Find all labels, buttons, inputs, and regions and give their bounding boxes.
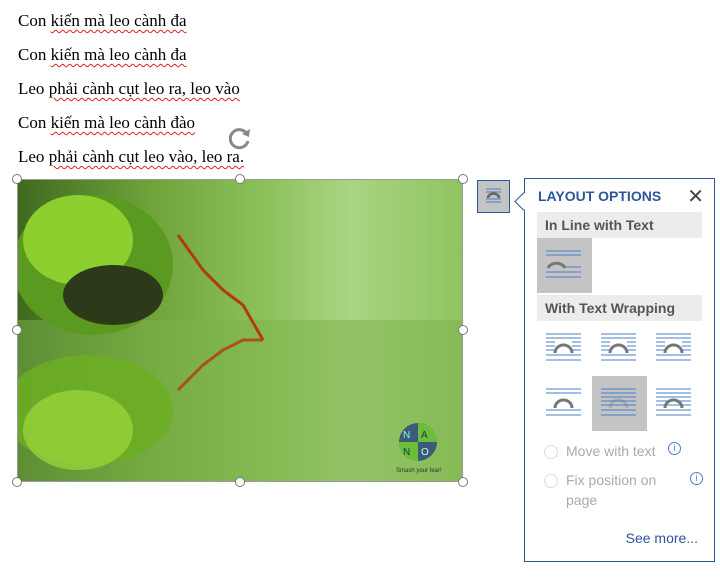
wrap-1-icon [601,333,636,361]
fix-position-label: Fix position on [566,472,657,488]
resize-handle-left[interactable] [12,325,22,335]
text-line: Con kiến mà leo cành đào [18,113,195,133]
resize-handle-top[interactable] [235,174,245,184]
wrap-option-top-and-bottom[interactable] [537,376,592,431]
wrap-4-icon [601,388,636,416]
move-with-text-radio[interactable] [544,445,558,459]
resize-handle-bottom[interactable] [235,477,245,487]
rotate-handle-icon[interactable] [227,125,253,151]
selected-image[interactable]: N A N O Smash your fear! [17,179,463,482]
text-line: Con kiến mà leo cành đa [18,45,187,65]
misspelled-text: kiến mà leo cành đào [50,113,196,132]
resize-handle-bottom-right[interactable] [458,477,468,487]
info-icon[interactable]: i [690,472,703,485]
wrap-3-icon [546,388,581,416]
ant-photo: N A N O Smash your fear! [18,195,462,481]
move-with-text-label: Move with text [566,443,656,459]
see-more-link[interactable]: See more... [626,530,698,546]
text: Con [18,45,51,64]
resize-handle-top-left[interactable] [12,174,22,184]
text: Con [18,11,51,30]
wrap-0-icon [546,333,581,361]
svg-text:A: A [421,430,428,441]
wrap-option-square[interactable] [537,321,592,376]
text: Leo [18,147,49,166]
resize-handle-right[interactable] [458,325,468,335]
fix-position-label-2: page [566,492,598,508]
text: Leo [18,79,49,98]
wrap-inline-option[interactable] [537,238,592,293]
svg-text:N: N [403,430,410,441]
layout-icon [486,188,501,203]
text: Con [18,113,51,132]
misspelled-text: phải cành cụt leo ra, leo vào [48,79,240,98]
wrap-5-icon [656,388,691,416]
misspelled-text: phải cành cụt leo vào, leo ra. [48,147,245,166]
panel-title: LAYOUT OPTIONS [538,188,662,204]
svg-text:Smash your fear!: Smash your fear! [396,468,442,474]
layout-options-button[interactable] [477,180,510,213]
wrap-option-in-front-of-text[interactable] [647,376,702,431]
close-icon[interactable]: ✕ [687,184,704,209]
resize-handle-top-right[interactable] [458,174,468,184]
info-icon[interactable]: i [668,442,681,455]
text-line: Con kiến mà leo cành đa [18,11,187,31]
text-line: Leo phải cành cụt leo ra, leo vào [18,79,240,99]
wrap-option-through[interactable] [647,321,702,376]
misspelled-text: kiến mà leo cành đa [50,11,187,30]
wrap-option-tight[interactable] [592,321,647,376]
text-line: Leo phải cành cụt leo vào, leo ra. [18,147,244,167]
inline-header: In Line with Text [537,212,702,238]
svg-text:O: O [421,447,429,458]
wrap-header: With Text Wrapping [537,295,702,321]
resize-handle-bottom-left[interactable] [12,477,22,487]
svg-text:N: N [403,447,410,458]
wrap-option-behind-text[interactable] [592,376,647,431]
misspelled-text: kiến mà leo cành đa [50,45,187,64]
wrap-2-icon [656,333,691,361]
layout-options-panel: LAYOUT OPTIONS ✕ In Line with Text With … [524,178,715,562]
inline-icon [546,250,581,278]
fix-position-radio[interactable] [544,474,558,488]
